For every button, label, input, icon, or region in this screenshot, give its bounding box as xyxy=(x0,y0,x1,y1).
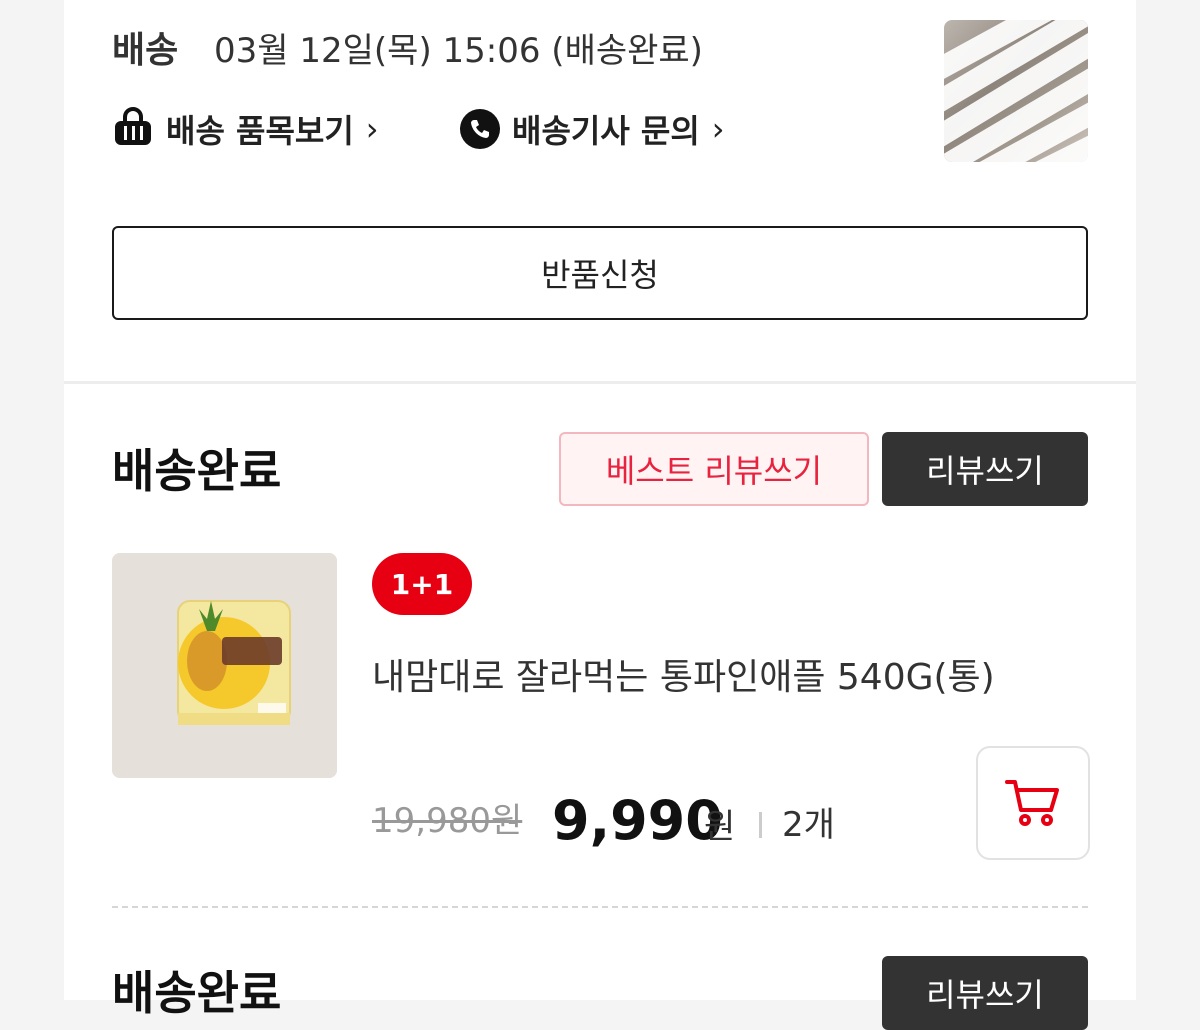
item-divider xyxy=(112,906,1088,908)
chevron-right-icon: › xyxy=(365,110,379,148)
promo-badge: 1+1 xyxy=(372,553,472,615)
delivery-items-link[interactable]: 배송 품목보기 › xyxy=(112,104,379,154)
review-button[interactable]: 리뷰쓰기 xyxy=(882,956,1088,1030)
delivery-datetime: 03월 12일(목) 15:06 (배송완료) xyxy=(214,31,703,71)
section-title: 배송완료 xyxy=(112,966,282,1020)
price-separator xyxy=(759,812,762,838)
return-request-button[interactable]: 반품신청 xyxy=(112,226,1088,320)
section-title: 배송완료 xyxy=(112,444,282,498)
currency-unit: 원 xyxy=(704,807,736,847)
best-review-button[interactable]: 베스트 리뷰쓰기 xyxy=(559,432,869,506)
review-button[interactable]: 리뷰쓰기 xyxy=(882,432,1088,506)
phone-icon xyxy=(460,109,500,149)
quantity: 2개 xyxy=(782,805,835,845)
add-to-cart-button[interactable] xyxy=(976,746,1090,860)
original-price: 19,980원 xyxy=(372,801,523,841)
driver-inquiry-link[interactable]: 배송기사 문의 › xyxy=(460,104,725,154)
chevron-right-icon: › xyxy=(711,110,725,148)
section-divider xyxy=(64,381,1136,384)
driver-inquiry-label: 배송기사 문의 xyxy=(512,112,700,150)
product-name[interactable]: 내맘대로 잘라먹는 통파인애플 540G(통) xyxy=(372,652,995,704)
cart-icon xyxy=(1005,780,1059,826)
product-image[interactable] xyxy=(112,553,337,778)
delivery-label: 배송 xyxy=(112,30,179,71)
sale-price: 9,990 xyxy=(552,789,723,852)
order-detail-page: 배송 03월 12일(목) 15:06 (배송완료) 배송 품목보기 › 배송기… xyxy=(64,0,1136,1030)
shopping-bag-icon xyxy=(112,106,154,152)
delivery-items-label: 배송 품목보기 xyxy=(166,112,354,150)
delivery-photo[interactable] xyxy=(944,20,1088,162)
